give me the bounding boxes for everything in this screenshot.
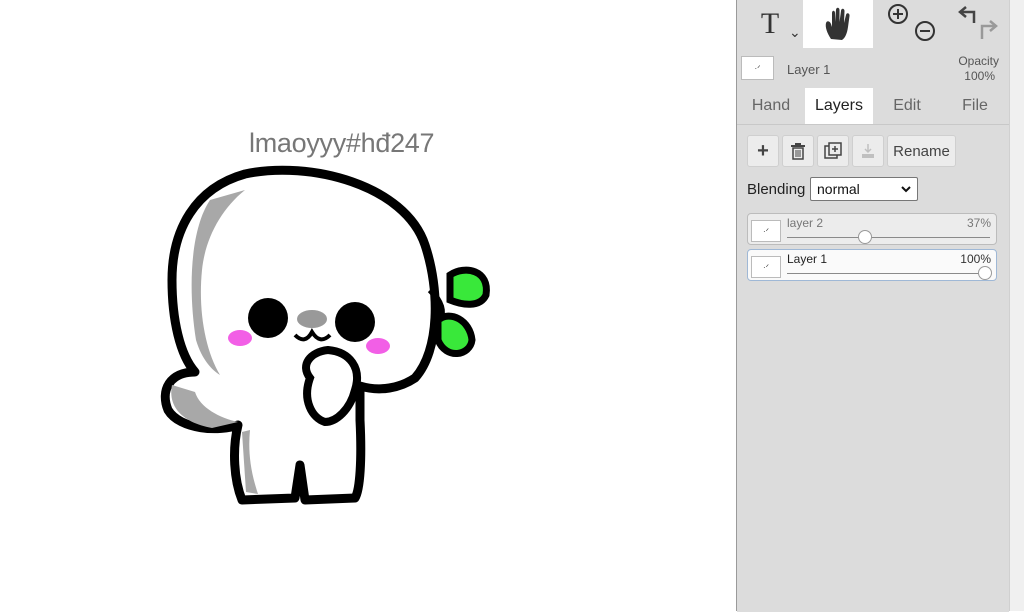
add-layer-button[interactable]: + — [747, 135, 779, 167]
layer-row-layer-2[interactable]: ·ᐟ layer 2 37% — [747, 213, 997, 245]
blending-select[interactable]: normal — [810, 177, 918, 201]
tab-file[interactable]: File — [941, 88, 1009, 124]
merge-down-icon — [862, 144, 874, 158]
zoom-out-icon[interactable] — [915, 21, 935, 41]
layer-thumbnail: ·ᐟ — [751, 256, 781, 278]
tab-layers[interactable]: Layers — [805, 88, 873, 124]
redo-icon[interactable] — [980, 20, 998, 39]
current-layer-name: Layer 1 — [787, 62, 831, 77]
tool-panel: T ⌄ ·ᐟ Layer 1 Opacity 100% Hand Layers … — [736, 0, 1009, 612]
hand-tool-button[interactable] — [803, 0, 873, 48]
layers-tab-content: + Rename Blending normal ·ᐟ layer 2 37% … — [737, 124, 1009, 612]
layer-row-layer-1[interactable]: ·ᐟ Layer 1 100% — [747, 249, 997, 281]
rename-layer-button[interactable]: Rename — [887, 135, 956, 167]
zoom-in-icon[interactable] — [888, 4, 908, 24]
toolbar: T ⌄ — [737, 0, 1009, 48]
text-tool-button[interactable]: T ⌄ — [737, 0, 803, 48]
duplicate-icon — [824, 142, 842, 159]
zoom-controls — [873, 0, 943, 48]
merge-down-button[interactable] — [852, 135, 884, 167]
layer-opacity-slider[interactable] — [857, 230, 872, 244]
character-drawing — [160, 165, 490, 505]
tab-edit[interactable]: Edit — [873, 88, 941, 124]
blending-label: Blending — [747, 181, 806, 198]
delete-layer-button[interactable] — [782, 135, 814, 167]
window-edge — [1009, 0, 1024, 611]
duplicate-layer-button[interactable] — [817, 135, 849, 167]
chevron-down-icon — [901, 186, 911, 193]
panel-tabs: Hand Layers Edit File — [737, 88, 1009, 124]
history-controls — [943, 0, 1009, 48]
text-tool-icon: T — [760, 7, 780, 40]
canvas-text-layer: lmaoyyy#hđ247 — [249, 128, 435, 158]
chevron-down-icon: ⌄ — [789, 24, 801, 40]
tab-hand[interactable]: Hand — [737, 88, 805, 124]
current-layer-thumbnail: ·ᐟ — [741, 56, 774, 80]
hand-icon — [825, 7, 850, 40]
layer-name: Layer 1 — [787, 252, 828, 266]
opacity-label: Opacity — [958, 54, 999, 68]
layer-opacity: 37% — [966, 216, 991, 230]
layer-opacity-track — [787, 237, 990, 238]
undo-icon[interactable] — [958, 6, 976, 23]
drawing-canvas[interactable]: lmaoyyy#hđ247 — [0, 0, 736, 611]
layer-thumbnail: ·ᐟ — [751, 220, 781, 242]
layer-opacity-track — [787, 273, 990, 274]
blending-value: normal — [817, 181, 860, 197]
layer-opacity: 100% — [960, 252, 991, 266]
layer-opacity-slider[interactable] — [978, 266, 992, 280]
plus-icon: + — [757, 139, 769, 162]
layer-name: layer 2 — [787, 216, 824, 230]
trash-icon — [791, 143, 805, 160]
opacity-value: 100% — [964, 69, 995, 83]
current-layer-strip: ·ᐟ Layer 1 Opacity 100% — [737, 50, 1009, 86]
